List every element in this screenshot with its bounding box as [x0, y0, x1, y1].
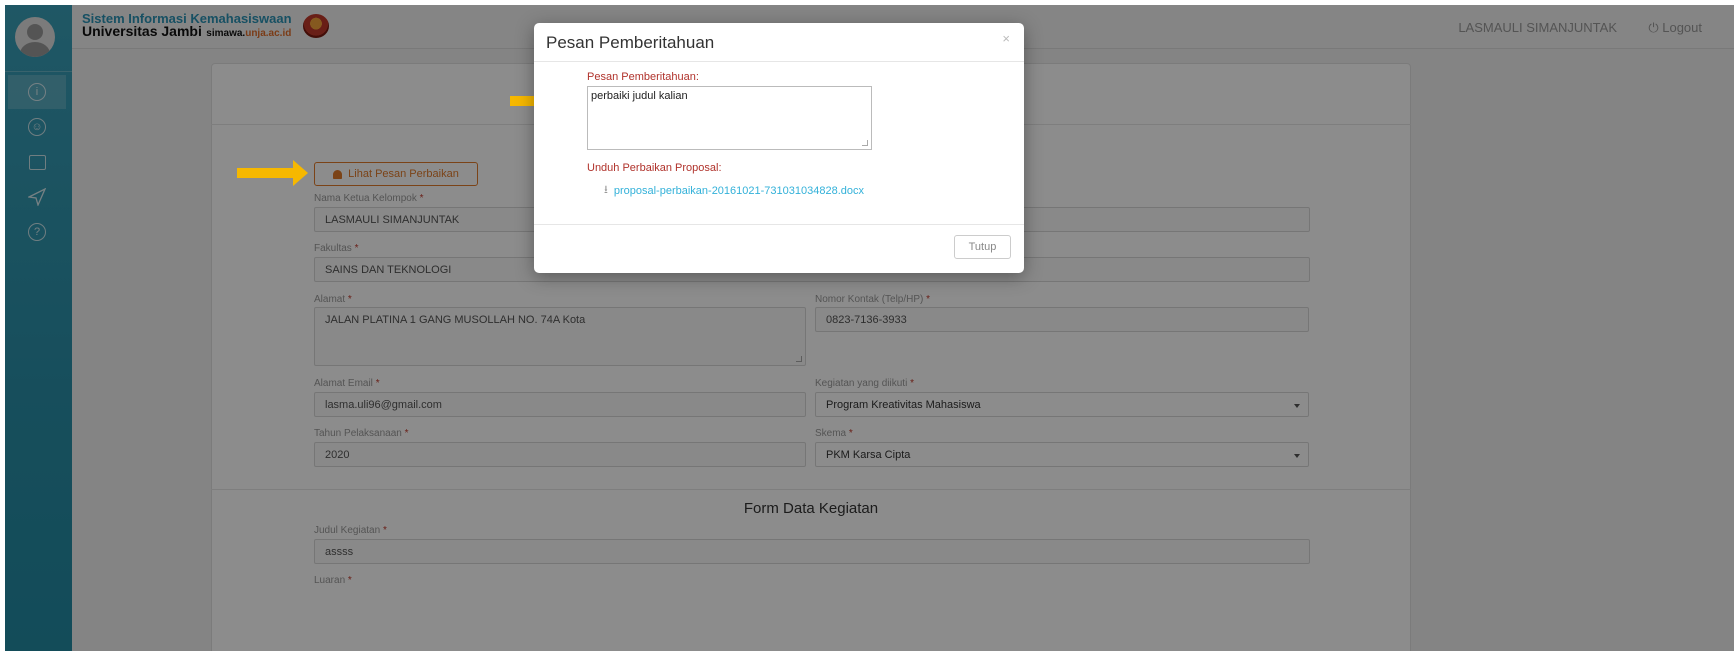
download-icon: ⭳ — [604, 184, 608, 196]
pesan-value: perbaiki judul kalian — [591, 90, 688, 102]
app-window: i ☺ ? Sistem Informasi Kemahasiswaan Uni… — [5, 5, 1734, 651]
close-icon[interactable]: × — [1002, 31, 1010, 46]
pesan-label: Pesan Pemberitahuan: — [587, 71, 699, 83]
modal-title: Pesan Pemberitahuan — [546, 33, 715, 52]
modal-footer-divider — [534, 224, 1024, 225]
download-filename: proposal-perbaikan-20161021-731031034828… — [613, 184, 865, 197]
download-link[interactable]: ⭳ proposal-perbaikan-20161021-7310310348… — [604, 181, 864, 200]
pesan-textarea[interactable]: perbaiki judul kalian — [587, 86, 872, 150]
tutup-button[interactable]: Tutup — [954, 235, 1011, 259]
resize-grip-icon[interactable] — [862, 140, 868, 146]
arrow-pointer-left — [237, 160, 308, 186]
modal-header-divider — [534, 61, 1024, 62]
notification-modal: Pesan Pemberitahuan × Pesan Pemberitahua… — [534, 23, 1024, 273]
unduh-label: Unduh Perbaikan Proposal: — [587, 162, 722, 174]
